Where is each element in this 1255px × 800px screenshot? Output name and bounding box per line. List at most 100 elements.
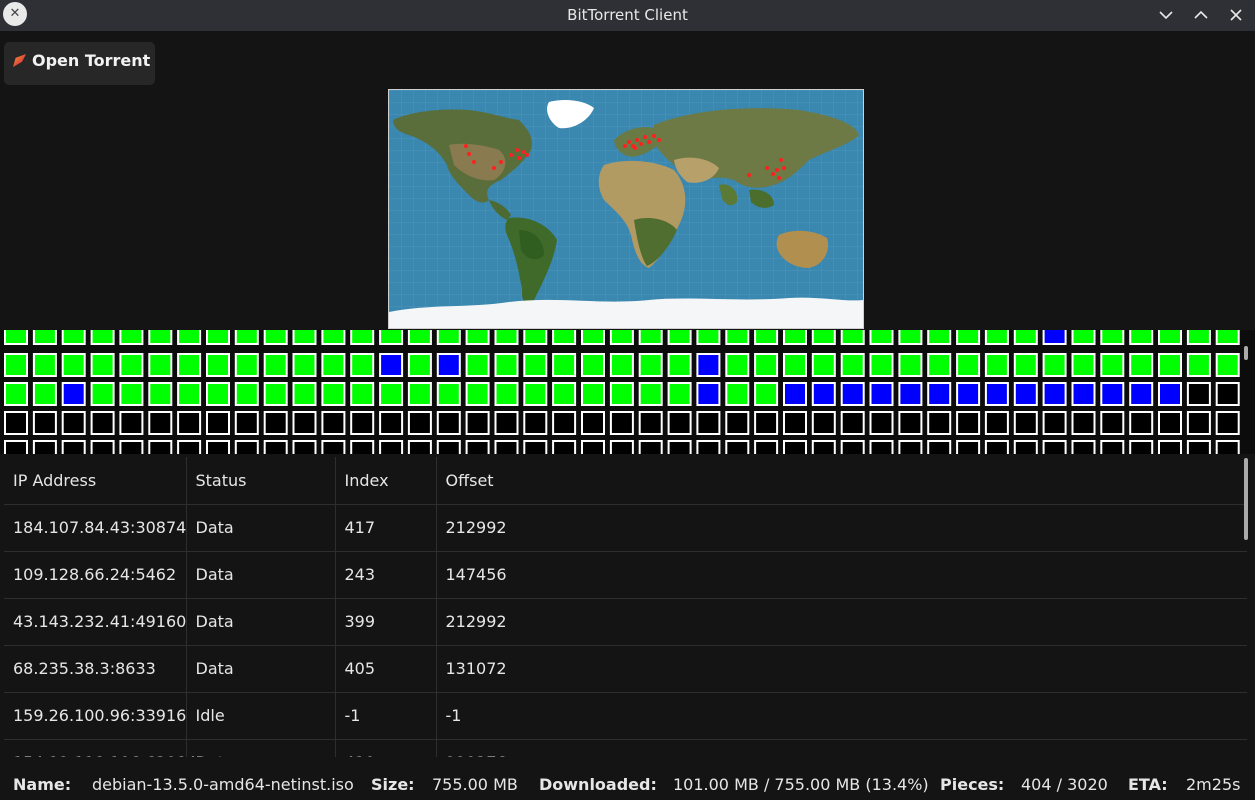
cell-index: -1 — [335, 692, 437, 740]
piece-complete — [1129, 353, 1154, 377]
column-header-index[interactable]: Index — [335, 457, 437, 505]
cell-status: Data — [186, 645, 336, 693]
piece-downloading — [869, 382, 894, 406]
cell-status: Idle — [186, 692, 336, 740]
piece-complete — [1215, 330, 1240, 345]
piece-complete — [1215, 353, 1240, 377]
table-row[interactable]: 109.128.66.24:5462 Data 243 147456 — [4, 551, 1247, 599]
piece-empty — [638, 411, 663, 435]
piece-empty — [609, 411, 634, 435]
piece-empty — [1129, 440, 1154, 454]
maximize-button[interactable] — [1189, 3, 1213, 27]
piece-complete — [234, 330, 259, 345]
piece-complete — [206, 382, 230, 406]
table-row[interactable]: 184.107.84.43:30874 Data 417 212992 — [4, 504, 1247, 552]
table-row[interactable]: 159.26.100.96:33916 Idle -1 -1 — [4, 692, 1247, 740]
piece-empty — [840, 411, 865, 435]
chevron-down-icon — [1159, 11, 1173, 20]
piece-empty — [206, 440, 230, 454]
piece-empty — [956, 440, 981, 454]
piece-grid-canvas — [4, 330, 1240, 454]
piece-complete — [465, 330, 490, 345]
piece-downloading — [1158, 382, 1182, 406]
piece-empty — [321, 411, 346, 435]
piece-empty — [1100, 411, 1125, 435]
piece-empty — [754, 440, 779, 454]
piece-grid-scrollbar[interactable] — [1244, 346, 1248, 360]
piece-complete — [811, 353, 836, 377]
piece-complete — [869, 330, 894, 345]
table-row[interactable]: 43.143.232.41:49160 Data 399 212992 — [4, 598, 1247, 646]
piece-complete — [32, 353, 57, 377]
column-header-offset[interactable]: Offset — [436, 457, 1247, 505]
piece-empty — [119, 411, 144, 435]
piece-complete — [148, 353, 173, 377]
piece-empty — [1042, 411, 1067, 435]
piece-empty — [407, 411, 432, 435]
piece-empty — [90, 440, 115, 454]
piece-complete — [206, 330, 230, 345]
minimize-button[interactable] — [1154, 3, 1178, 27]
size-value: 755.00 MB — [432, 775, 518, 794]
table-row[interactable]: 68.235.38.3:8633 Data 405 131072 — [4, 645, 1247, 693]
piece-complete — [1071, 330, 1096, 345]
cell-status: Data — [186, 551, 336, 599]
piece-downloading — [61, 382, 86, 406]
cell-index: 410 — [335, 739, 437, 757]
piece-complete — [90, 382, 115, 406]
downloaded-label: Downloaded: — [539, 775, 657, 794]
piece-complete — [292, 330, 317, 345]
piece-empty — [292, 440, 317, 454]
chevron-up-icon — [1194, 10, 1208, 19]
piece-complete — [407, 353, 432, 377]
open-torrent-button[interactable]: Open Torrent — [4, 42, 155, 85]
piece-complete — [1100, 330, 1125, 345]
piece-complete — [234, 382, 259, 406]
peer-world-map — [388, 89, 864, 329]
piece-empty — [321, 440, 346, 454]
piece-complete — [90, 330, 115, 345]
piece-empty — [1100, 440, 1125, 454]
piece-complete — [638, 353, 663, 377]
cell-ip: 109.128.66.24:5462 — [4, 551, 187, 599]
piece-complete — [350, 382, 375, 406]
piece-empty — [494, 411, 519, 435]
piece-complete — [148, 330, 173, 345]
world-map-image — [389, 90, 863, 328]
piece-empty — [552, 440, 577, 454]
piece-empty — [956, 411, 981, 435]
piece-complete — [840, 330, 865, 345]
table-row[interactable]: 154.12.118.106:63084 Data 410 229376 — [4, 739, 1247, 757]
piece-complete — [609, 353, 634, 377]
piece-empty — [292, 411, 317, 435]
column-header-status[interactable]: Status — [186, 457, 336, 505]
piece-complete — [263, 353, 288, 377]
piece-empty — [177, 440, 202, 454]
piece-complete — [783, 330, 807, 345]
piece-empty — [379, 440, 404, 454]
peers-table-scrollbar[interactable] — [1244, 458, 1248, 540]
piece-complete — [783, 353, 807, 377]
piece-complete — [1129, 330, 1154, 345]
piece-complete — [379, 382, 404, 406]
piece-complete — [90, 353, 115, 377]
piece-complete — [581, 353, 605, 377]
piece-empty — [263, 411, 288, 435]
pieces-value: 404 / 3020 — [1021, 775, 1108, 794]
column-header-ip[interactable]: IP Address — [4, 457, 187, 505]
piece-complete — [465, 382, 490, 406]
piece-complete — [177, 330, 202, 345]
piece-grid — [0, 330, 1255, 454]
cell-index: 405 — [335, 645, 437, 693]
piece-empty — [581, 440, 605, 454]
close-button[interactable] — [1224, 3, 1248, 27]
piece-downloading — [783, 382, 807, 406]
piece-empty — [350, 440, 375, 454]
piece-complete — [609, 330, 634, 345]
piece-complete — [754, 382, 779, 406]
piece-complete — [234, 353, 259, 377]
piece-empty — [1042, 440, 1067, 454]
piece-empty — [206, 411, 230, 435]
piece-empty — [725, 411, 750, 435]
piece-complete — [1100, 353, 1125, 377]
